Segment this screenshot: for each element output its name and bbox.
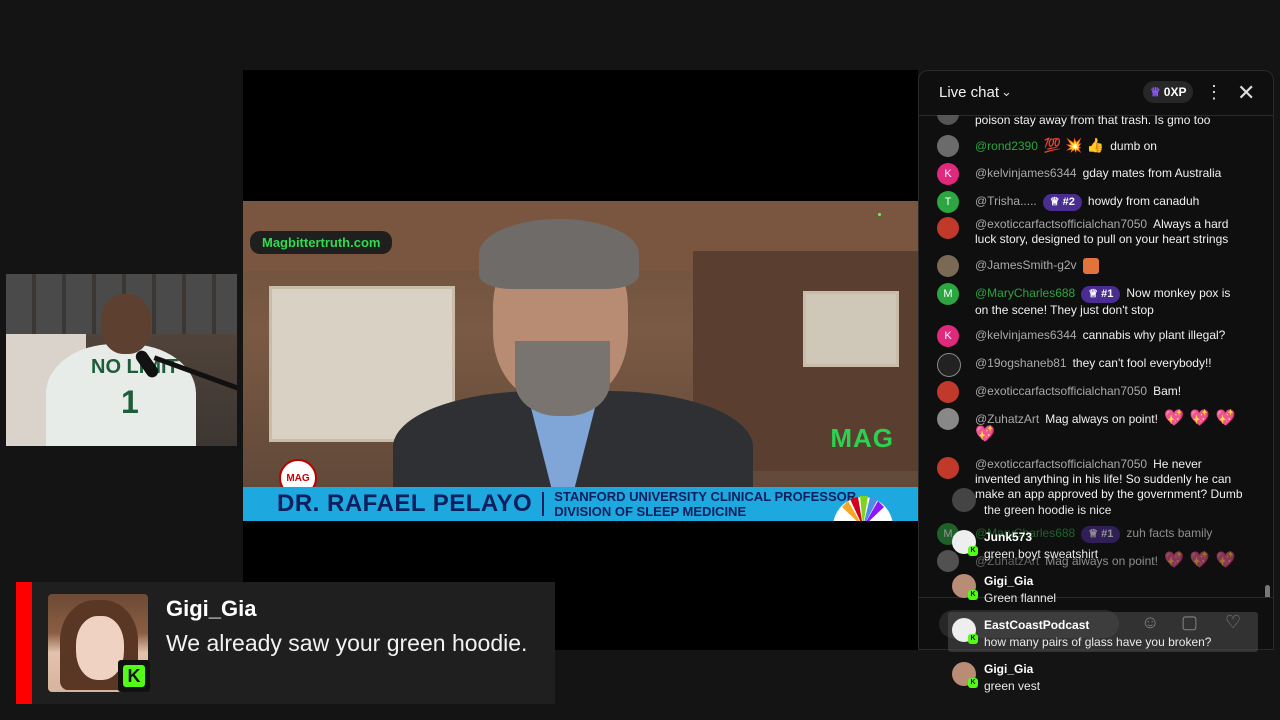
kick-badge-icon: K — [968, 590, 978, 600]
avatar — [937, 255, 959, 277]
crown-icon: ♕ — [1150, 85, 1161, 99]
shirt-number: 1 — [121, 384, 139, 420]
avatar — [952, 488, 976, 512]
chat-message: K @kelvinjames6344 gday mates from Austra… — [937, 163, 1247, 185]
chat-author[interactable]: @JamesSmith-g2v — [975, 258, 1077, 272]
avatar — [937, 115, 959, 125]
avatar: K — [937, 325, 959, 347]
kick-badge-icon: K — [968, 634, 978, 644]
chat-message: @JamesSmith-g2v — [937, 255, 1247, 277]
close-icon[interactable]: ✕ — [1237, 80, 1255, 106]
chat-title[interactable]: Live chat — [939, 84, 999, 101]
url-badge: Magbittertruth.com — [250, 231, 393, 254]
lower-third: DR. RAFAEL PELAYO STANFORD UNIVERSITY CL… — [243, 487, 918, 521]
chevron-down-icon[interactable]: ⌄ — [1001, 84, 1012, 100]
chat-author[interactable]: @rond2390 — [975, 139, 1038, 153]
chat-scrollbar[interactable] — [1265, 585, 1270, 597]
kick-badge-icon: K — [968, 546, 978, 556]
avatar — [937, 353, 961, 377]
chat-message: @19ogshaneb81 they can't fool everybody!! — [937, 353, 1247, 377]
kick-logo-icon: K — [118, 660, 150, 692]
chat-message: @exoticcarfactsofficialchan7050 He never … — [937, 457, 1247, 502]
chat-message: @ZuhatzArt Mag always on point! 💖 💖 💖 💖 — [937, 408, 1247, 443]
avatar — [937, 457, 959, 479]
chat-message: K @kelvinjames6344 cannabis why plant ill… — [937, 325, 1247, 347]
rank-badge: ♕ #1 — [1081, 526, 1121, 543]
chat-author[interactable]: @exoticcarfactsofficialchan7050 — [975, 384, 1147, 398]
kick-message-text: the green hoodie is nice — [984, 503, 1112, 517]
kick-username: Gigi_Gia — [984, 662, 1034, 676]
chat-header: Live chat ⌄ ♕ 0XP ⋮ ✕ — [919, 71, 1273, 116]
xp-label: 0XP — [1163, 85, 1187, 99]
alert-message: We already saw your green hoodie. — [166, 630, 528, 656]
avatar: K — [937, 163, 959, 185]
chat-message: @exoticcarfactsofficialchan7050 Always a … — [937, 217, 1247, 247]
kick-message-text: how many pairs of glass have you broken? — [984, 635, 1212, 649]
lower-third-title-line2: DIVISION OF SLEEP MEDICINE — [554, 504, 747, 519]
avatar — [937, 135, 959, 157]
chat-message: @rond2390 💯 💥 👍 dumb on — [937, 135, 1247, 157]
live-chat-panel: Live chat ⌄ ♕ 0XP ⋮ ✕ poison stay away f… — [918, 70, 1274, 650]
kick-message-text: green boyt sweatshirt — [984, 547, 1099, 561]
avatar: T — [937, 191, 959, 213]
more-options-icon[interactable]: ⋮ — [1205, 82, 1223, 103]
kick-username: Gigi_Gia — [984, 574, 1034, 588]
chat-author[interactable]: @19ogshaneb81 — [975, 356, 1067, 370]
chat-message-list[interactable]: poison stay away from that trash. Is gmo… — [919, 115, 1273, 597]
video-clip: Magbittertruth.com MAG MAG DR. RAFAEL PE… — [243, 201, 918, 521]
lower-third-title: STANFORD UNIVERSITY CLINICAL PROFESSOR, … — [554, 489, 860, 519]
chat-message: T @Trisha..... ♕ #2 howdy from canaduh — [937, 191, 1247, 213]
kick-username: EastCoastPodcast — [984, 618, 1090, 632]
avatar — [937, 550, 959, 572]
avatar — [937, 381, 959, 403]
kick-badge-icon: K — [968, 678, 978, 688]
video-player[interactable]: Magbittertruth.com MAG MAG DR. RAFAEL PE… — [243, 70, 918, 650]
kick-username: Junk573 — [984, 530, 1033, 544]
xp-badge[interactable]: ♕ 0XP — [1143, 81, 1194, 103]
mag-logo: MAG — [830, 423, 894, 453]
lower-third-name: DR. RAFAEL PELAYO — [277, 490, 533, 517]
chat-author[interactable]: @kelvinjames6344 — [975, 166, 1077, 180]
chat-author[interactable]: @exoticcarfactsofficialchan7050 — [975, 217, 1147, 231]
rank-badge: ♕ #1 — [1081, 286, 1121, 303]
avatar: M — [937, 283, 959, 305]
rank-badge: ♕ #2 — [1042, 194, 1082, 211]
sticker-icon — [1082, 258, 1099, 274]
alert-accent-bar — [16, 582, 32, 704]
chat-author[interactable]: @MaryCharles688 — [975, 286, 1075, 300]
alert-username: Gigi_Gia — [166, 596, 257, 621]
streamer-face — [101, 294, 151, 354]
avatar — [937, 408, 959, 430]
chat-author[interactable]: @ZuhatzArt — [975, 412, 1039, 426]
chat-author[interactable]: @Trisha..... — [975, 194, 1037, 208]
lower-third-title-line1: STANFORD UNIVERSITY CLINICAL PROFESSOR, — [554, 489, 860, 504]
chat-alert-box: K Gigi_Gia We already saw your green hoo… — [32, 582, 555, 704]
avatar — [937, 217, 959, 239]
chat-message: poison stay away from that trash. Is gmo… — [937, 115, 1247, 128]
kick-message-text: Green flannel — [984, 591, 1057, 605]
webcam-feed: NO LIMIT 1 — [6, 274, 237, 446]
chat-author[interactable]: @kelvinjames6344 — [975, 328, 1077, 342]
chat-message: M @MaryCharles688 ♕ #1 Now monkey pox is o… — [937, 283, 1247, 318]
kick-message-text: green vest — [984, 679, 1041, 693]
peacock-icon — [833, 496, 893, 521]
chat-author[interactable]: @exoticcarfactsofficialchan7050 — [975, 457, 1147, 471]
chat-message: @exoticcarfactsofficialchan7050 Bam! — [937, 381, 1247, 403]
